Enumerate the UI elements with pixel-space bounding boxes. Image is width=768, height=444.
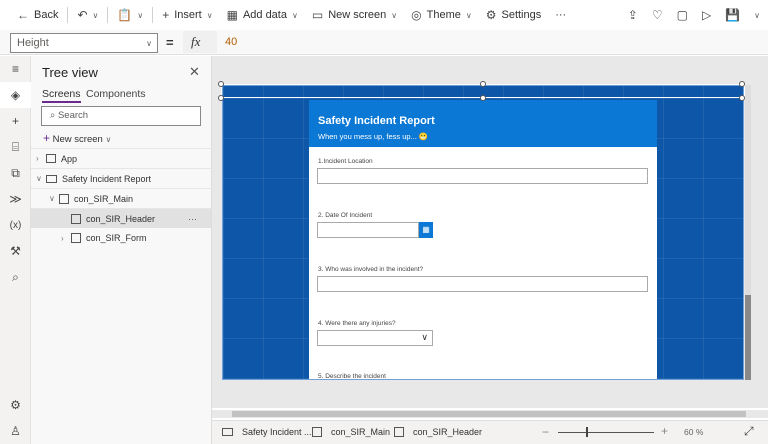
left-rail: ≡ ◈ + ⌸ ⧉ ≫ (x) ⚒ ⌕ ⚙ ♙ <box>0 56 31 444</box>
zoom-slider-thumb[interactable] <box>586 427 588 437</box>
screen-icon <box>46 174 57 183</box>
zoom-slider[interactable] <box>558 432 654 433</box>
settings-icon[interactable]: ⚙ <box>0 392 31 418</box>
zoom-in-button[interactable]: + <box>661 424 668 438</box>
form-title: Safety Incident Report <box>318 115 435 127</box>
tab-components[interactable]: Components <box>86 88 146 100</box>
app-screen-preview[interactable]: Safety Incident Report When you mess up,… <box>222 85 744 380</box>
layers-icon[interactable]: ◈ <box>0 82 31 108</box>
undo-button[interactable]: ↶ ∨ <box>72 3 103 27</box>
incident-location-input[interactable] <box>317 168 648 184</box>
play-icon[interactable]: ▷ <box>702 8 711 22</box>
close-icon[interactable]: ✕ <box>189 64 200 80</box>
chevron-down-icon: ∨ <box>421 332 428 342</box>
insert-icon[interactable]: + <box>0 108 31 134</box>
formula-input[interactable]: 40 <box>225 36 237 48</box>
tree-node-con-sir-main[interactable]: ∨ con_SIR_Main <box>31 188 211 208</box>
resize-handle[interactable] <box>480 81 486 87</box>
tree-node-con-sir-form[interactable]: › con_SIR_Form <box>31 228 211 248</box>
field-label: 4. Were there any injuries? <box>318 320 396 327</box>
search-input[interactable]: ⌕ Search <box>41 106 201 126</box>
media-icon[interactable]: ⧉ <box>0 160 31 186</box>
status-bar: Safety Incident ... con_SIR_Main con_SIR… <box>212 420 768 444</box>
field-label: 1.Incident Location <box>318 158 373 165</box>
variables-icon[interactable]: (x) <box>0 212 31 238</box>
plus-icon: + <box>43 131 51 145</box>
canvas-area: Safety Incident Report When you mess up,… <box>212 56 768 408</box>
form-header[interactable]: Safety Incident Report When you mess up,… <box>309 100 657 147</box>
chevron-down-icon: ∨ <box>146 39 152 48</box>
back-button[interactable]: ← Back <box>12 3 63 27</box>
new-screen-button[interactable]: + New screen ∨ <box>43 131 111 145</box>
add-data-button[interactable]: ▦ Add data ∨ <box>222 3 303 27</box>
new-screen-button[interactable]: ▭ New screen ∨ <box>307 3 402 27</box>
resize-handle[interactable] <box>218 81 224 87</box>
incident-form: Safety Incident Report When you mess up,… <box>309 100 657 380</box>
field-label: 5. Describe the incident <box>318 373 386 380</box>
equals-sign: = <box>166 35 174 50</box>
calendar-icon[interactable]: ▦ <box>419 222 433 238</box>
involved-input[interactable] <box>317 276 648 292</box>
panel-title: Tree view <box>42 65 98 80</box>
zoom-out-button[interactable]: − <box>542 425 549 439</box>
account-icon[interactable]: ♙ <box>0 418 31 444</box>
fx-button[interactable]: fx <box>183 31 217 53</box>
breadcrumb-screen[interactable]: Safety Incident ... <box>222 427 312 437</box>
zoom-level: 60 % <box>684 427 704 437</box>
gear-icon: ⚙ <box>485 8 497 22</box>
advanced-tools-icon[interactable]: ⚒ <box>0 238 31 264</box>
horizontal-container-icon <box>71 213 81 224</box>
vertical-container-icon <box>59 193 69 204</box>
injuries-dropdown[interactable]: ∨ <box>317 330 433 346</box>
database-icon: ▦ <box>226 8 238 22</box>
formula-bar: Height ∨ = fx 40 <box>0 30 768 55</box>
save-chevron-icon[interactable]: ∨ <box>754 11 760 20</box>
breadcrumb-con-sir-header[interactable]: con_SIR_Header <box>394 427 482 437</box>
breadcrumb-con-sir-main[interactable]: con_SIR_Main <box>312 427 390 437</box>
theme-button[interactable]: ◎ Theme ∨ <box>406 3 477 27</box>
resize-handle[interactable] <box>480 95 486 101</box>
vertical-scrollbar[interactable] <box>745 85 751 380</box>
hamburger-icon[interactable]: ≡ <box>0 56 31 82</box>
fit-to-window-icon[interactable]: ⤢ <box>744 424 754 439</box>
data-icon[interactable]: ⌸ <box>0 134 31 160</box>
power-automate-icon[interactable]: ≫ <box>0 186 31 212</box>
app-icon <box>46 154 56 163</box>
more-button[interactable]: ··· <box>550 3 571 27</box>
insert-button[interactable]: + Insert ∨ <box>157 3 217 27</box>
horizontal-container-icon <box>394 427 404 437</box>
vertical-container-icon <box>312 427 322 437</box>
app-checker-icon[interactable]: ♡ <box>652 8 663 22</box>
palette-icon: ◎ <box>411 8 422 22</box>
date-input[interactable] <box>317 222 419 238</box>
screen-icon: ▭ <box>311 8 324 22</box>
property-select[interactable]: Height ∨ <box>10 33 158 53</box>
search-icon[interactable]: ⌕ <box>0 264 31 290</box>
form-subtitle: When you mess up, fess up... 😬 <box>318 132 429 141</box>
arrow-left-icon: ← <box>17 8 29 22</box>
screen-icon <box>222 428 233 436</box>
search-icon: ⌕ <box>50 110 58 121</box>
comment-icon[interactable]: ▢ <box>677 8 688 22</box>
plus-icon: + <box>162 8 170 22</box>
tree-node-app[interactable]: › App <box>31 148 211 168</box>
tree-node-con-sir-header[interactable]: con_SIR_Header ··· <box>31 208 211 228</box>
save-icon[interactable]: 💾 <box>725 8 740 22</box>
command-bar: ← Back ↶ ∨ 📋 ∨ + Insert ∨ ▦ Add data ∨ ▭ New scr… <box>0 0 768 30</box>
horizontal-scrollbar[interactable] <box>212 410 768 418</box>
undo-icon: ↶ <box>77 8 88 22</box>
more-options-icon[interactable]: ··· <box>188 214 197 224</box>
tree-node-screen[interactable]: ∨ Safety Incident Report <box>31 168 211 188</box>
settings-button[interactable]: ⚙ Settings <box>481 3 547 27</box>
tab-screens[interactable]: Screens <box>42 88 81 103</box>
share-icon[interactable]: ⇪ <box>628 8 638 22</box>
clipboard-icon: 📋 <box>117 8 133 22</box>
vertical-container-icon <box>71 233 81 243</box>
resize-handle[interactable] <box>218 95 224 101</box>
paste-button[interactable]: 📋 ∨ <box>112 3 148 27</box>
field-label: 3. Who was involved in the incident? <box>318 266 424 273</box>
field-label: 2. Date Of Incident <box>318 212 373 219</box>
tree-view-panel: Tree view ✕ Screens Components ⌕ Search … <box>31 56 212 444</box>
